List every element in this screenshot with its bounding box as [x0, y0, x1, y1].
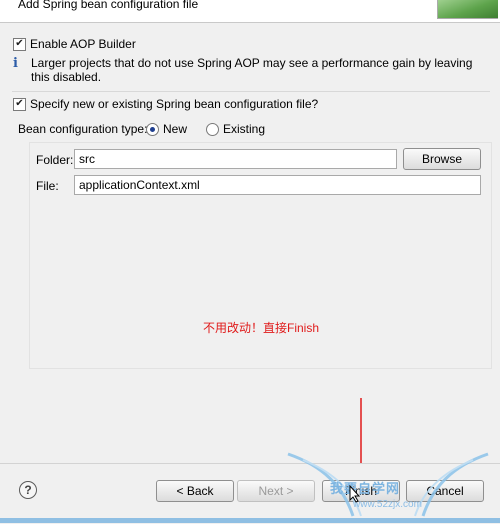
radio-new-button[interactable] — [146, 122, 159, 136]
folder-input[interactable]: src — [74, 149, 397, 169]
wizard-footer: ? < Back Next > Finish Cancel — [0, 463, 500, 524]
wizard-title: Add Spring bean configuration file — [18, 0, 199, 11]
radio-existing[interactable]: Existing — [206, 122, 265, 136]
wizard-banner-image — [437, 0, 498, 19]
back-button[interactable]: < Back — [156, 480, 234, 502]
specify-file-checkbox[interactable]: ✔ — [13, 97, 26, 111]
help-icon[interactable]: ? — [19, 481, 37, 499]
radio-new[interactable]: New — [146, 122, 187, 136]
folder-label: Folder: — [36, 153, 74, 167]
radio-existing-label: Existing — [223, 122, 266, 136]
info-icon: i — [13, 56, 18, 71]
annotation-text: 不用改动！直接Finish — [203, 321, 320, 335]
enable-aop-checkbox[interactable]: ✔ — [13, 37, 26, 51]
specify-file-label: Specify new or existing Spring bean conf… — [30, 97, 319, 111]
enable-aop-label: Enable AOP Builder — [30, 37, 136, 51]
wizard-content: ✔ Enable AOP Builder i Larger projects t… — [0, 23, 500, 463]
bean-type-row: Bean configuration type: — [18, 122, 147, 136]
file-label: File: — [36, 179, 59, 193]
enable-aop-row[interactable]: ✔ Enable AOP Builder — [13, 37, 136, 51]
separator — [12, 91, 490, 92]
file-input[interactable]: applicationContext.xml — [74, 175, 481, 195]
bean-type-label: Bean configuration type: — [18, 122, 148, 136]
radio-new-label: New — [163, 122, 188, 136]
next-button[interactable]: Next > — [237, 480, 315, 502]
aop-info-text: Larger projects that do not use Spring A… — [31, 56, 473, 84]
window-bottom-strip — [0, 518, 500, 523]
radio-existing-button[interactable] — [206, 122, 219, 136]
wizard-banner: Add Spring bean configuration file — [0, 0, 500, 23]
specify-file-row[interactable]: ✔ Specify new or existing Spring bean co… — [13, 97, 318, 111]
watermark-url: www.52zjx.com — [353, 499, 422, 510]
browse-button[interactable]: Browse — [403, 148, 481, 170]
watermark-text: 我要自学网 — [330, 481, 401, 496]
mouse-cursor-icon — [349, 485, 361, 503]
